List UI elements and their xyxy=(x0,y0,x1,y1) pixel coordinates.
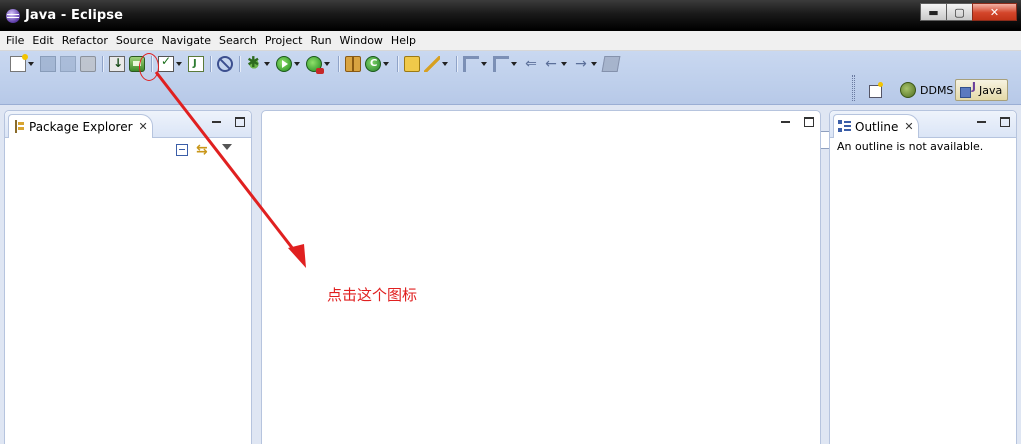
package-explorer-panel: Package Explorer ✕ ⇆ xyxy=(4,110,252,444)
java-perspective-icon xyxy=(960,80,976,98)
tab-outline[interactable]: Outline ✕ xyxy=(833,114,919,138)
menu-bar: File Edit Refactor Source Navigate Searc… xyxy=(0,31,1021,51)
search-dropdown-icon[interactable] xyxy=(442,62,448,66)
save-all-icon[interactable] xyxy=(60,56,76,72)
title-bar: Java - Eclipse ▬ ▢ ✕ xyxy=(0,0,1021,31)
toolbar-separator xyxy=(397,56,398,72)
lint-dropdown-icon[interactable] xyxy=(176,62,182,66)
minimize-icon[interactable] xyxy=(781,121,790,123)
maximize-icon[interactable] xyxy=(235,117,245,127)
link-with-editor-icon[interactable]: ⇆ xyxy=(196,142,208,158)
ddms-icon xyxy=(900,82,916,98)
skip-breakpoints-icon[interactable] xyxy=(217,56,233,72)
menu-navigate[interactable]: Navigate xyxy=(158,34,215,47)
maximize-button[interactable]: ▢ xyxy=(946,3,973,21)
new-class-dropdown-icon[interactable] xyxy=(383,62,389,66)
editor-controls xyxy=(781,117,814,127)
toolbar-separator xyxy=(102,56,103,72)
outline-title: Outline xyxy=(855,119,899,134)
menu-run[interactable]: Run xyxy=(306,34,335,47)
forward-icon[interactable]: → xyxy=(573,56,589,72)
menu-project[interactable]: Project xyxy=(261,34,307,47)
close-icon[interactable]: ✕ xyxy=(904,120,913,133)
search-icon[interactable] xyxy=(424,56,440,72)
back-dropdown-icon[interactable] xyxy=(561,62,567,66)
run-dropdown-icon[interactable] xyxy=(294,62,300,66)
package-explorer-toolbar: ⇆ xyxy=(176,142,232,158)
pin-editor-icon[interactable] xyxy=(601,56,621,72)
package-explorer-icon xyxy=(13,120,25,133)
new-dropdown-icon[interactable] xyxy=(28,62,34,66)
window-controls: ▬ ▢ ✕ xyxy=(920,3,1017,21)
new-icon[interactable] xyxy=(10,54,28,72)
external-tools-dropdown-icon[interactable] xyxy=(324,62,330,66)
new-android-file-icon[interactable] xyxy=(188,56,204,72)
perspective-java-button[interactable]: Java xyxy=(955,79,1008,101)
perspective-java-label: Java xyxy=(979,83,1003,97)
menu-file[interactable]: File xyxy=(2,34,28,47)
outline-message: An outline is not available. xyxy=(837,140,984,153)
view-menu-icon[interactable] xyxy=(221,144,232,150)
package-explorer-title: Package Explorer xyxy=(29,119,133,134)
debug-icon[interactable] xyxy=(246,53,262,72)
open-perspective-icon[interactable] xyxy=(867,82,883,98)
toolbar-separator xyxy=(338,56,339,72)
close-button[interactable]: ✕ xyxy=(972,3,1017,21)
last-edit-location-icon[interactable]: ⇐ xyxy=(523,56,539,72)
lint-check-icon[interactable] xyxy=(158,54,174,72)
annotation-circle xyxy=(139,53,159,81)
previous-annotation-icon[interactable] xyxy=(493,56,509,72)
maximize-icon[interactable] xyxy=(1000,117,1010,127)
external-tools-icon[interactable] xyxy=(306,56,324,74)
package-explorer-controls xyxy=(212,117,245,127)
toolbar-separator xyxy=(210,56,211,72)
sdk-manager-icon[interactable] xyxy=(109,56,125,72)
previous-annotation-dropdown-icon[interactable] xyxy=(511,62,517,66)
next-annotation-icon[interactable] xyxy=(463,56,479,72)
perspective-ddms-label: DDMS xyxy=(920,83,954,97)
close-icon[interactable]: ✕ xyxy=(139,120,148,133)
annotation-text: 点击这个图标 xyxy=(327,286,418,304)
forward-dropdown-icon[interactable] xyxy=(591,62,597,66)
minimize-icon[interactable] xyxy=(212,121,221,123)
minimize-button[interactable]: ▬ xyxy=(920,3,947,21)
maximize-icon[interactable] xyxy=(804,117,814,127)
editor-area[interactable] xyxy=(261,110,821,444)
toolbar-separator xyxy=(239,56,240,72)
menu-search[interactable]: Search xyxy=(215,34,261,47)
toolbar-row: ⇐ ← → xyxy=(8,53,621,74)
menu-window[interactable]: Window xyxy=(336,34,387,47)
outline-panel: Outline ✕ An outline is not available. xyxy=(829,110,1017,444)
eclipse-icon xyxy=(6,9,20,23)
menu-edit[interactable]: Edit xyxy=(28,34,57,47)
menu-help[interactable]: Help xyxy=(387,34,420,47)
collapse-all-icon[interactable] xyxy=(176,144,188,156)
next-annotation-dropdown-icon[interactable] xyxy=(481,62,487,66)
open-type-icon[interactable] xyxy=(404,56,420,72)
save-icon[interactable] xyxy=(40,56,56,72)
outline-icon xyxy=(838,120,851,133)
minimize-icon[interactable] xyxy=(977,121,986,123)
perspective-ddms-button[interactable]: DDMS xyxy=(896,79,957,101)
toolbar-separator xyxy=(456,56,457,72)
outline-controls xyxy=(977,117,1010,127)
new-java-class-icon[interactable] xyxy=(365,56,381,72)
menu-refactor[interactable]: Refactor xyxy=(58,34,112,47)
run-icon[interactable] xyxy=(276,56,292,72)
debug-dropdown-icon[interactable] xyxy=(264,62,270,66)
print-icon[interactable] xyxy=(80,56,96,72)
back-icon[interactable]: ← xyxy=(543,56,559,72)
new-java-package-icon[interactable] xyxy=(345,56,361,72)
menu-source[interactable]: Source xyxy=(112,34,158,47)
perspective-bar-grip[interactable] xyxy=(852,75,855,101)
window-title: Java - Eclipse xyxy=(25,8,124,23)
tab-package-explorer[interactable]: Package Explorer ✕ xyxy=(8,114,153,138)
